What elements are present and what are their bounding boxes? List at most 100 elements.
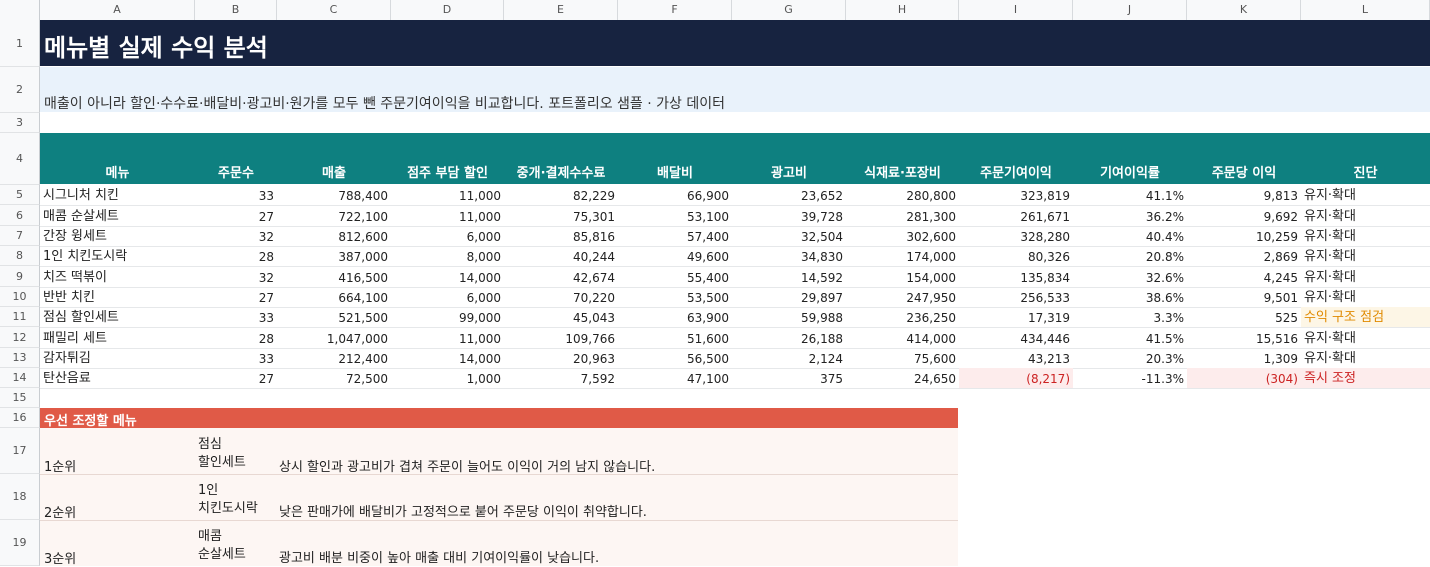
cell-contribution[interactable]: (8,217) [959, 368, 1073, 388]
cell-menu[interactable]: 감자튀김 [40, 348, 195, 368]
row-header-5[interactable]: 5 [0, 185, 40, 205]
cell-fees[interactable]: 7,592 [504, 368, 618, 388]
header-orders[interactable]: 주문수 [195, 165, 277, 183]
cell-fees[interactable]: 42,674 [504, 266, 618, 287]
cell-profit-per-order[interactable]: 525 [1187, 307, 1301, 327]
cell-ads[interactable]: 39,728 [732, 205, 846, 226]
cell-discount[interactable]: 6,000 [391, 226, 504, 246]
cell-delivery[interactable]: 56,500 [618, 348, 732, 368]
cell-contribution[interactable]: 328,280 [959, 226, 1073, 246]
cell-discount[interactable]: 6,000 [391, 287, 504, 307]
cell-ingredients[interactable]: 247,950 [846, 287, 959, 307]
cell-orders[interactable]: 33 [195, 307, 277, 327]
cell-menu[interactable]: 시그니처 치킨 [40, 185, 195, 205]
column-header-d[interactable]: D [391, 0, 504, 20]
row-header-10[interactable]: 10 [0, 287, 40, 307]
cell-delivery[interactable]: 63,900 [618, 307, 732, 327]
cell-ingredients[interactable]: 280,800 [846, 185, 959, 205]
cell-delivery[interactable]: 57,400 [618, 226, 732, 246]
header-contribution[interactable]: 주문기여이익 [959, 165, 1073, 183]
header-ingredients[interactable]: 식재료·포장비 [846, 165, 959, 183]
cell-discount[interactable]: 11,000 [391, 185, 504, 205]
cell-sales[interactable]: 1,047,000 [277, 327, 391, 348]
cell-contribution[interactable]: 434,446 [959, 327, 1073, 348]
cell-discount[interactable]: 8,000 [391, 246, 504, 266]
row-header-17[interactable]: 17 [0, 428, 40, 474]
cell-diagnosis[interactable]: 유지·확대 [1301, 348, 1430, 368]
cell-fees[interactable]: 82,229 [504, 185, 618, 205]
column-header-l[interactable]: L [1301, 0, 1430, 20]
cell-diagnosis[interactable]: 즉시 조정 [1301, 368, 1430, 388]
row-header-6[interactable]: 6 [0, 205, 40, 226]
cell-ingredients[interactable]: 24,650 [846, 368, 959, 388]
cell-margin-rate[interactable]: 41.5% [1073, 327, 1187, 348]
cell-profit-per-order[interactable]: 2,869 [1187, 246, 1301, 266]
cell-orders[interactable]: 28 [195, 327, 277, 348]
cell-menu[interactable]: 매콤 순살세트 [40, 205, 195, 226]
cell-margin-rate[interactable]: -11.3% [1073, 368, 1187, 388]
cell-sales[interactable]: 387,000 [277, 246, 391, 266]
row-header-7[interactable]: 7 [0, 226, 40, 246]
cell-profit-per-order[interactable]: 10,259 [1187, 226, 1301, 246]
cell-ads[interactable]: 14,592 [732, 266, 846, 287]
cell-contribution[interactable]: 135,834 [959, 266, 1073, 287]
cell-delivery[interactable]: 49,600 [618, 246, 732, 266]
cell-contribution[interactable]: 17,319 [959, 307, 1073, 327]
spreadsheet-grid[interactable]: A B C D E F G H I J K L 1 2 3 4 5 6 7 8 … [0, 0, 1430, 567]
cell-menu[interactable]: 패밀리 세트 [40, 327, 195, 348]
cell-ads[interactable]: 26,188 [732, 327, 846, 348]
cell-diagnosis[interactable]: 수익 구조 점검 [1301, 307, 1430, 327]
select-all-corner[interactable] [0, 0, 40, 20]
cell-contribution[interactable]: 256,533 [959, 287, 1073, 307]
row-header-1[interactable]: 1 [0, 20, 40, 67]
cell-fees[interactable]: 75,301 [504, 205, 618, 226]
cell-margin-rate[interactable]: 32.6% [1073, 266, 1187, 287]
row-header-16[interactable]: 16 [0, 408, 40, 428]
cell-ads[interactable]: 2,124 [732, 348, 846, 368]
row-header-2[interactable]: 2 [0, 67, 40, 113]
cell-menu[interactable]: 점심 할인세트 [40, 307, 195, 327]
cell-profit-per-order[interactable]: 9,501 [1187, 287, 1301, 307]
cell-fees[interactable]: 45,043 [504, 307, 618, 327]
row-header-4[interactable]: 4 [0, 133, 40, 185]
header-fees[interactable]: 중개·결제수수료 [504, 165, 618, 183]
cell-menu[interactable]: 간장 윙세트 [40, 226, 195, 246]
cell-fees[interactable]: 109,766 [504, 327, 618, 348]
cell-diagnosis[interactable]: 유지·확대 [1301, 226, 1430, 246]
cell-sales[interactable]: 521,500 [277, 307, 391, 327]
cell-profit-per-order[interactable]: 9,692 [1187, 205, 1301, 226]
cell-discount[interactable]: 14,000 [391, 266, 504, 287]
cell-sales[interactable]: 416,500 [277, 266, 391, 287]
cell-profit-per-order[interactable]: (304) [1187, 368, 1301, 388]
cell-menu[interactable]: 탄산음료 [40, 368, 195, 388]
cell-profit-per-order[interactable]: 15,516 [1187, 327, 1301, 348]
cell-ads[interactable]: 32,504 [732, 226, 846, 246]
cell-orders[interactable]: 27 [195, 368, 277, 388]
header-diagnosis[interactable]: 진단 [1301, 165, 1430, 183]
column-header-h[interactable]: H [846, 0, 959, 20]
cell-delivery[interactable]: 53,100 [618, 205, 732, 226]
row-header-14[interactable]: 14 [0, 368, 40, 388]
row-header-12[interactable]: 12 [0, 327, 40, 348]
cell-delivery[interactable]: 55,400 [618, 266, 732, 287]
cell-diagnosis[interactable]: 유지·확대 [1301, 287, 1430, 307]
cell-margin-rate[interactable]: 3.3% [1073, 307, 1187, 327]
cell-menu[interactable]: 치즈 떡볶이 [40, 266, 195, 287]
row-header-19[interactable]: 19 [0, 520, 40, 566]
header-delivery[interactable]: 배달비 [618, 165, 732, 183]
row-header-11[interactable]: 11 [0, 307, 40, 327]
cell-margin-rate[interactable]: 40.4% [1073, 226, 1187, 246]
cell-diagnosis[interactable]: 유지·확대 [1301, 327, 1430, 348]
header-owner-discount[interactable]: 점주 부담 할인 [391, 165, 504, 183]
cell-margin-rate[interactable]: 20.3% [1073, 348, 1187, 368]
cell-orders[interactable]: 33 [195, 185, 277, 205]
column-header-g[interactable]: G [732, 0, 846, 20]
column-header-i[interactable]: I [959, 0, 1073, 20]
cell-delivery[interactable]: 51,600 [618, 327, 732, 348]
cell-orders[interactable]: 27 [195, 287, 277, 307]
header-profit-per-order[interactable]: 주문당 이익 [1187, 165, 1301, 183]
cell-ingredients[interactable]: 174,000 [846, 246, 959, 266]
cell-fees[interactable]: 85,816 [504, 226, 618, 246]
cell-ads[interactable]: 375 [732, 368, 846, 388]
cell-discount[interactable]: 14,000 [391, 348, 504, 368]
